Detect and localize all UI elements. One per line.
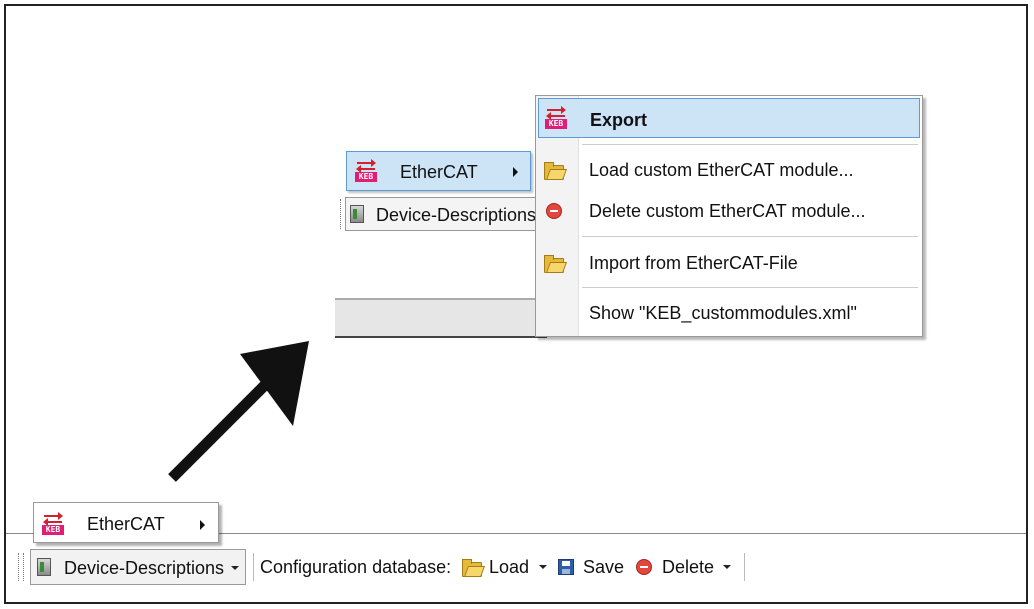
toolbar-separator bbox=[744, 553, 745, 581]
device-descriptions-label: Device-Descriptions bbox=[64, 558, 225, 578]
configuration-database-label: Configuration database: bbox=[260, 557, 452, 577]
device-descriptions-dropdown[interactable]: Device-Descriptions bbox=[30, 549, 246, 585]
delete-icon bbox=[636, 559, 652, 575]
save-label: Save bbox=[583, 557, 625, 577]
chevron-down-icon bbox=[539, 565, 547, 569]
chevron-down-icon bbox=[723, 565, 731, 569]
delete-label: Delete bbox=[662, 557, 715, 577]
save-icon bbox=[558, 559, 574, 575]
folder-open-icon bbox=[462, 559, 486, 577]
toolbar-separator bbox=[253, 553, 254, 581]
save-button[interactable]: Save bbox=[556, 552, 626, 582]
chevron-down-icon bbox=[231, 566, 239, 570]
device-icon bbox=[37, 558, 51, 576]
bottom-toolbar: Device-Descriptions Configuration databa… bbox=[6, 548, 1026, 588]
bottom-ethercat-label: EtherCAT bbox=[87, 514, 165, 534]
toolbar-grip bbox=[18, 553, 24, 581]
load-label: Load bbox=[489, 557, 530, 577]
bottom-ethercat-menu-item[interactable]: KEB EtherCAT bbox=[33, 502, 219, 543]
submenu-arrow-icon bbox=[200, 520, 205, 530]
load-button[interactable]: Load bbox=[460, 552, 552, 582]
delete-button[interactable]: Delete bbox=[634, 552, 738, 582]
keb-icon: KEB bbox=[42, 512, 64, 535]
